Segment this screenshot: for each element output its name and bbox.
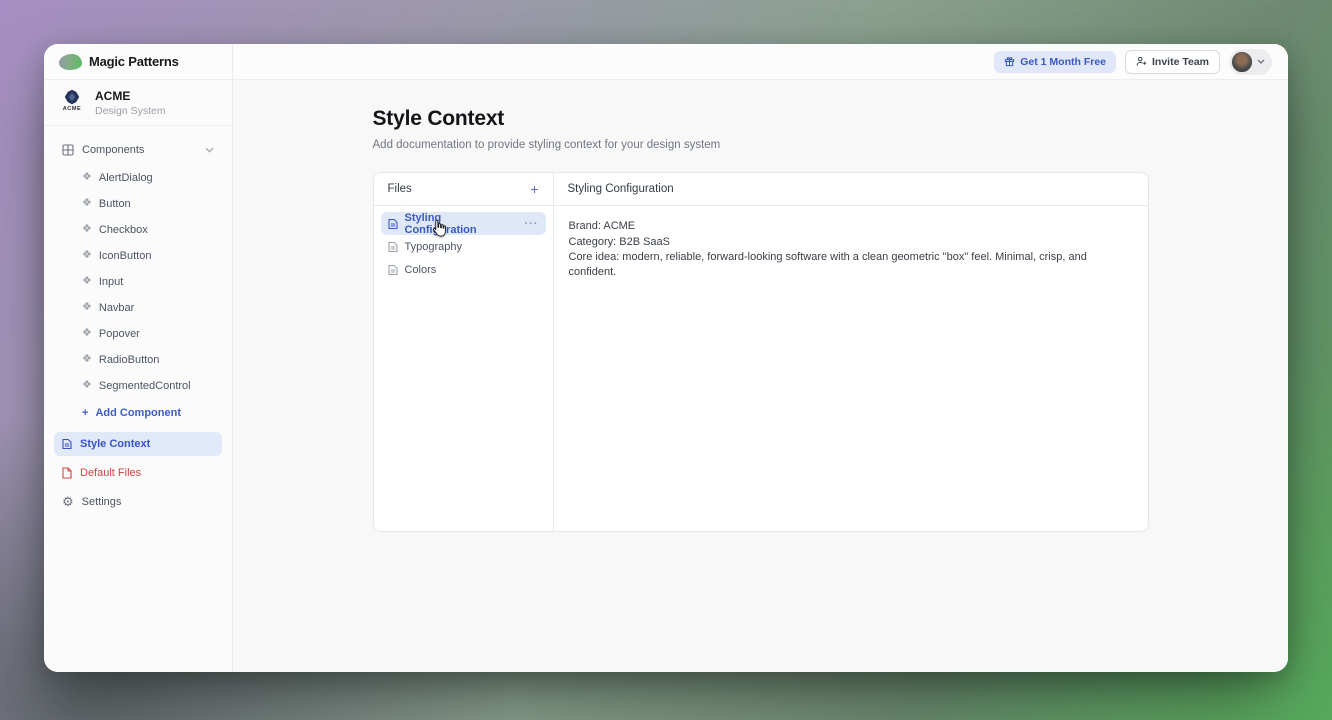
style-context-card: Files + Styling Configuration [373,172,1149,532]
document-icon [388,218,398,230]
component-icon: ❖ [82,276,92,287]
avatar [1231,51,1253,73]
component-icon: ❖ [82,198,92,209]
workspace-switcher[interactable]: ACME ACME Design System [44,80,232,126]
workspace-subtitle: Design System [95,105,166,117]
page-subtitle: Add documentation to provide styling con… [373,139,1149,151]
sidebar-item-input[interactable]: ❖Input [54,269,222,295]
file-options-button[interactable]: ··· [525,218,539,230]
chevron-down-icon [205,147,214,153]
file-content[interactable]: Brand: ACME Category: B2B SaaS Core idea… [554,206,1148,294]
sidebar-item-navbar[interactable]: ❖Navbar [54,295,222,321]
components-list: ❖AlertDialog ❖Button ❖Checkbox ❖IconButt… [54,165,222,399]
sidebar-item-popover[interactable]: ❖Popover [54,321,222,347]
brand-name: Magic Patterns [89,54,179,69]
gift-icon [1004,56,1015,67]
components-section-toggle[interactable]: Components [54,139,222,161]
gear-icon: ⚙ [62,495,74,508]
document-icon [388,264,398,276]
sidebar-item-style-context[interactable]: Style Context [54,432,222,456]
files-panel-header: Files + [374,173,553,206]
acme-logo-icon [64,89,80,105]
component-icon: ❖ [82,354,92,365]
file-icon [62,467,72,479]
add-file-button[interactable]: + [530,182,538,196]
component-icon: ❖ [82,380,92,391]
sidebar-item-settings[interactable]: ⚙ Settings [54,490,222,514]
content-line: Core idea: modern, reliable, forward-loo… [569,250,1133,279]
sidebar-item-alertdialog[interactable]: ❖AlertDialog [54,165,222,191]
brand-header: Magic Patterns [44,44,233,80]
component-icon: ❖ [82,250,92,261]
topbar: Get 1 Month Free Invite Team [233,44,1288,80]
document-icon [388,241,398,253]
document-icon [62,438,72,450]
component-icon: ❖ [82,172,92,183]
sidebar-item-default-files[interactable]: Default Files [54,461,222,485]
sidebar-nav: Components ❖AlertDialog ❖Button ❖Checkbo… [44,126,232,514]
component-icon: ❖ [82,328,92,339]
files-panel: Files + Styling Configuration [374,173,554,531]
plus-icon: + [82,407,88,419]
content-line: Brand: ACME [569,219,1133,234]
component-icon: ❖ [82,224,92,235]
desktop-background: { "brand": { "name": "Magic Patterns" },… [0,0,1332,720]
page-title: Style Context [373,107,1149,131]
account-menu[interactable] [1229,49,1272,75]
main-area: Style Context Add documentation to provi… [233,80,1288,672]
sidebar: ACME ACME Design System Components [44,80,233,672]
invite-team-button[interactable]: Invite Team [1125,50,1220,74]
sidebar-item-iconbutton[interactable]: ❖IconButton [54,243,222,269]
sidebar-item-checkbox[interactable]: ❖Checkbox [54,217,222,243]
user-plus-icon [1136,56,1147,67]
app-window: Magic Patterns Get 1 Month Free Invite T… [44,44,1288,672]
sidebar-item-segmentedcontrol[interactable]: ❖SegmentedControl [54,373,222,399]
hand-cursor [429,219,447,240]
component-icon: ❖ [82,302,92,313]
get-month-free-button[interactable]: Get 1 Month Free [994,51,1116,73]
file-item-colors[interactable]: Colors [381,258,546,281]
add-component-button[interactable]: + Add Component [54,399,222,427]
workspace-logo: ACME [58,89,86,112]
workspace-name: ACME [95,89,166,105]
file-item-styling-configuration[interactable]: Styling Configuration ··· [381,212,546,235]
detail-panel-header: Styling Configuration [554,173,1148,206]
file-detail-panel: Styling Configuration Brand: ACME Catego… [554,173,1148,531]
files-list: Styling Configuration ··· Typography [374,206,553,287]
sidebar-item-button[interactable]: ❖Button [54,191,222,217]
content-line: Category: B2B SaaS [569,235,1133,250]
file-item-typography[interactable]: Typography [381,235,546,258]
grid-icon [62,144,74,156]
chevron-down-icon [1257,59,1265,64]
sidebar-item-radiobutton[interactable]: ❖RadioButton [54,347,222,373]
magic-patterns-logo-icon [59,54,82,70]
